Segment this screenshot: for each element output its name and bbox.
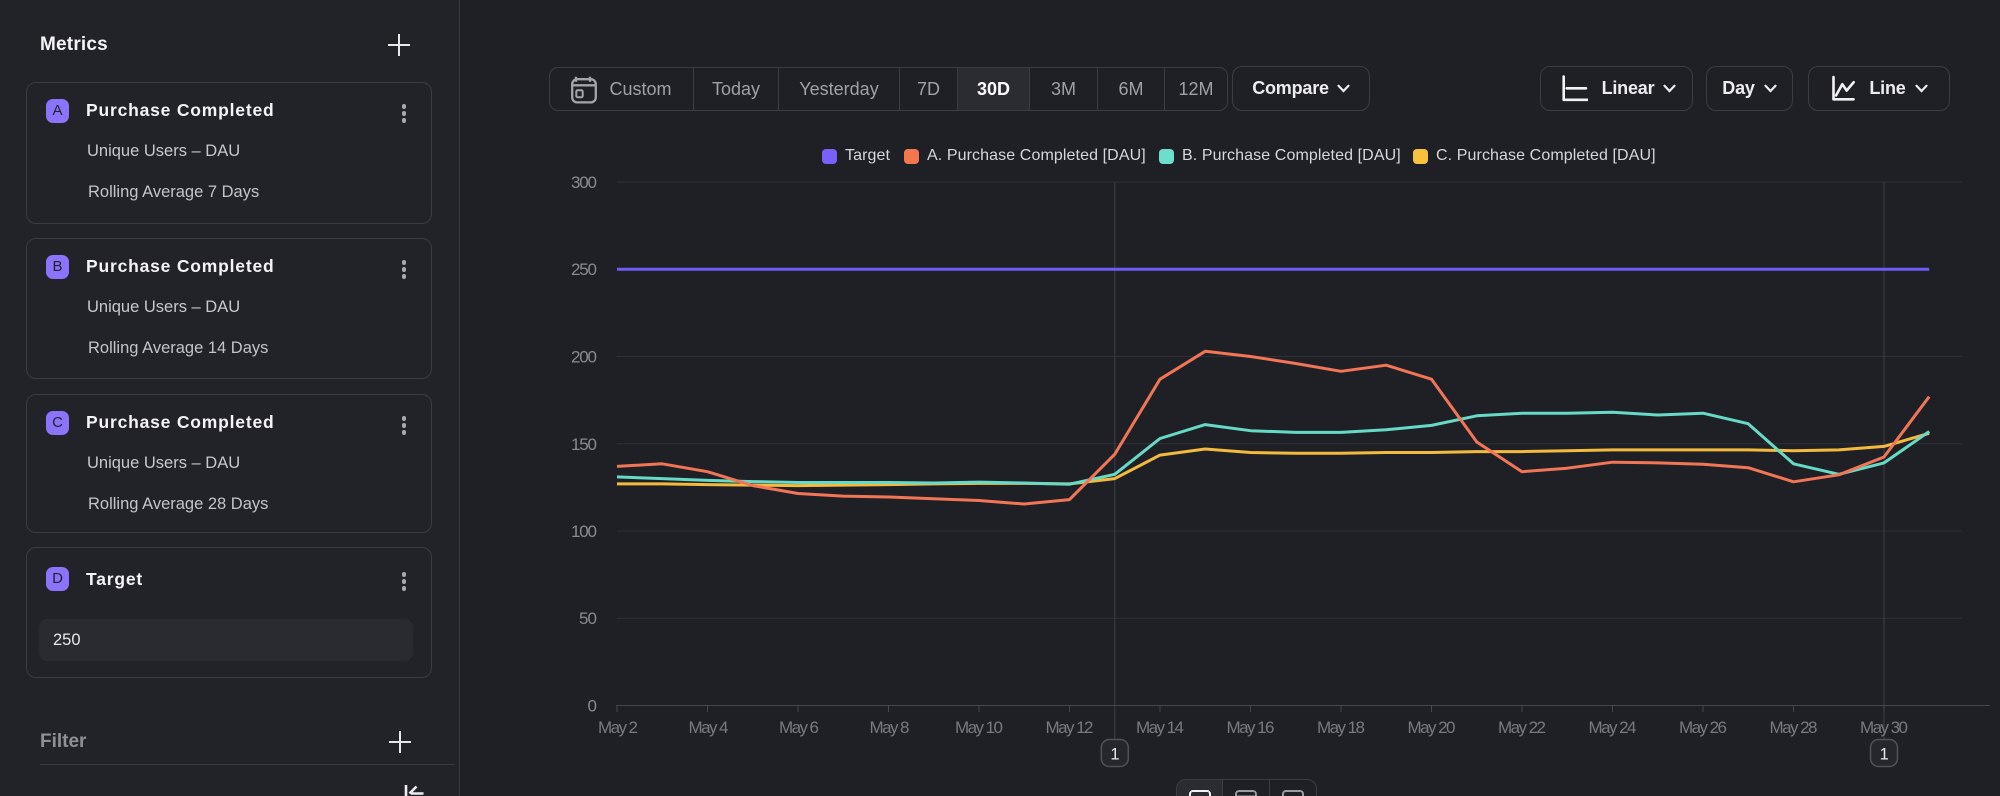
svg-text:100: 100 <box>571 522 597 541</box>
svg-text:May 22: May 22 <box>1498 718 1546 737</box>
svg-text:50: 50 <box>579 609 597 628</box>
svg-text:May 18: May 18 <box>1317 718 1365 737</box>
svg-text:May 8: May 8 <box>870 718 910 737</box>
svg-text:0: 0 <box>588 697 597 716</box>
svg-text:May 6: May 6 <box>779 718 819 737</box>
svg-text:300: 300 <box>571 173 597 192</box>
svg-text:May 26: May 26 <box>1679 718 1727 737</box>
svg-text:May 12: May 12 <box>1046 718 1094 737</box>
svg-text:May 24: May 24 <box>1589 718 1637 737</box>
svg-text:150: 150 <box>571 435 597 454</box>
svg-text:May 20: May 20 <box>1408 718 1456 737</box>
svg-text:May 28: May 28 <box>1770 718 1818 737</box>
svg-text:May 16: May 16 <box>1227 718 1275 737</box>
svg-text:1: 1 <box>1880 746 1889 764</box>
svg-text:1: 1 <box>1110 746 1119 764</box>
svg-text:250: 250 <box>571 260 597 279</box>
svg-text:May 2: May 2 <box>598 718 638 737</box>
svg-text:May 14: May 14 <box>1136 718 1184 737</box>
svg-text:200: 200 <box>571 348 597 367</box>
svg-text:May 30: May 30 <box>1860 718 1908 737</box>
svg-text:May 4: May 4 <box>689 718 729 737</box>
svg-text:May 10: May 10 <box>955 718 1003 737</box>
